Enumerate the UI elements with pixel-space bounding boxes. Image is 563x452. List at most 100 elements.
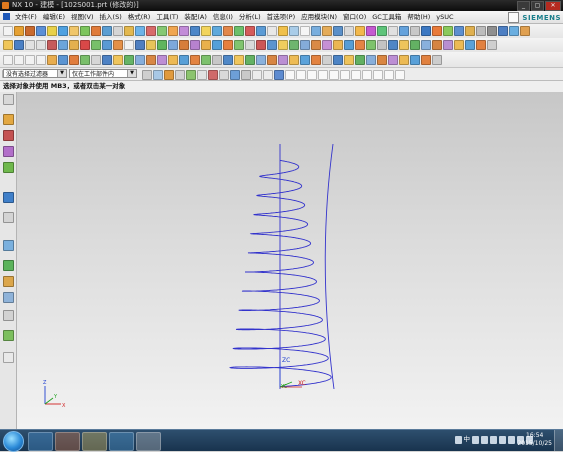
part-navigator-icon[interactable] — [3, 114, 14, 125]
lattice-icon[interactable] — [179, 55, 189, 65]
move-face-icon[interactable] — [234, 55, 244, 65]
snap-icon[interactable] — [432, 26, 442, 36]
refit-face-icon[interactable] — [443, 40, 453, 50]
select-general-icon[interactable] — [142, 70, 152, 80]
show-icon[interactable] — [421, 26, 431, 36]
blend-icon[interactable] — [80, 26, 90, 36]
menu-window[interactable]: 窗口(O) — [340, 12, 369, 22]
home-view-icon[interactable] — [399, 26, 409, 36]
copy-face-icon[interactable] — [267, 55, 277, 65]
law-curve-icon[interactable] — [179, 40, 189, 50]
text-curve-icon[interactable] — [278, 40, 288, 50]
taskbar-nx-icon[interactable] — [136, 432, 161, 451]
pocket-icon[interactable] — [113, 55, 123, 65]
chevron-down-icon[interactable]: ▼ — [127, 70, 136, 77]
offset-icon[interactable] — [146, 26, 156, 36]
resize-icon[interactable] — [223, 55, 233, 65]
system-materials-icon[interactable] — [3, 292, 14, 303]
zoom-icon[interactable] — [300, 26, 310, 36]
menu-information[interactable]: 信息(I) — [210, 12, 236, 22]
ime-language-indicator[interactable]: 中 — [464, 435, 471, 444]
undo-icon[interactable] — [25, 40, 35, 50]
tray-flag-icon[interactable] — [508, 435, 515, 444]
tray-moon-icon[interactable] — [472, 435, 479, 444]
drafting-icon[interactable] — [388, 55, 398, 65]
label-chamfer-icon[interactable] — [322, 55, 332, 65]
extend-curve-icon[interactable] — [267, 40, 277, 50]
body-icon[interactable] — [190, 55, 200, 65]
snap-intersection-icon[interactable] — [318, 70, 328, 80]
process-studio-icon[interactable] — [3, 260, 14, 271]
menu-ysuc[interactable]: ySUC — [433, 12, 456, 22]
menu-file[interactable]: 文件(F) — [12, 12, 40, 22]
select-curve-icon[interactable] — [208, 70, 218, 80]
sweep-icon[interactable] — [190, 26, 200, 36]
thicken-icon[interactable] — [157, 26, 167, 36]
datum-icon[interactable] — [69, 26, 79, 36]
cube-view-icon[interactable] — [274, 70, 284, 80]
constraint-icon[interactable] — [58, 55, 68, 65]
menu-view[interactable]: 视图(V) — [68, 12, 97, 22]
document-icon[interactable] — [3, 352, 14, 363]
point-icon[interactable] — [124, 40, 134, 50]
snap-endpoint-icon[interactable] — [285, 70, 295, 80]
rotate-view-icon[interactable] — [311, 26, 321, 36]
select-edge-icon[interactable] — [197, 70, 207, 80]
pencil-icon[interactable] — [3, 55, 13, 65]
snap-center-icon[interactable] — [329, 70, 339, 80]
select-face-icon[interactable] — [164, 70, 174, 80]
hide-icon[interactable] — [410, 26, 420, 36]
motion-icon[interactable] — [366, 55, 376, 65]
trim-curve-icon[interactable] — [256, 40, 266, 50]
open-icon[interactable] — [3, 40, 13, 50]
fill-surface-icon[interactable] — [333, 40, 343, 50]
snap-quadrant-icon[interactable] — [340, 70, 350, 80]
divide-curve-icon[interactable] — [245, 40, 255, 50]
unite-icon[interactable] — [234, 26, 244, 36]
taskbar-sogou-icon[interactable] — [28, 432, 53, 451]
resource-settings-icon[interactable] — [3, 94, 14, 105]
snap-bounded-icon[interactable] — [384, 70, 394, 80]
menu-analysis[interactable]: 分析(L) — [236, 12, 264, 22]
groove-icon[interactable] — [135, 55, 145, 65]
selection-scope-dropdown[interactable]: 仅在工作部件内 ▼ — [69, 69, 137, 78]
pattern-face-icon[interactable] — [300, 55, 310, 65]
assembly-nav-icon[interactable] — [465, 26, 475, 36]
join-curve-icon[interactable] — [234, 40, 244, 50]
minimize-button[interactable]: _ — [517, 1, 530, 11]
redo-icon[interactable] — [36, 40, 46, 50]
new-icon[interactable] — [3, 26, 13, 36]
menu-preferences[interactable]: 首选项(P) — [264, 12, 299, 22]
through-curves-icon[interactable] — [201, 26, 211, 36]
draft-icon[interactable] — [223, 26, 233, 36]
assembly-navigator-icon[interactable] — [3, 130, 14, 141]
cam-icon[interactable] — [377, 55, 387, 65]
view-fit-icon[interactable] — [289, 26, 299, 36]
subtract-icon[interactable] — [245, 26, 255, 36]
sheet-metal-icon[interactable] — [399, 55, 409, 65]
revolve-icon[interactable] — [36, 26, 46, 36]
web-browser-icon[interactable] — [3, 192, 14, 203]
part-nav-icon[interactable] — [454, 26, 464, 36]
roles-icon[interactable] — [3, 276, 14, 287]
shaded-icon[interactable] — [333, 26, 343, 36]
gear-icon[interactable] — [333, 55, 343, 65]
rib-icon[interactable] — [146, 55, 156, 65]
snap-tangent-icon[interactable] — [373, 70, 383, 80]
paste-face-icon[interactable] — [278, 55, 288, 65]
pan-icon[interactable] — [322, 26, 332, 36]
select-all-icon[interactable] — [230, 70, 240, 80]
pad-icon[interactable] — [91, 55, 101, 65]
chevron-down-icon[interactable]: ▼ — [57, 70, 66, 77]
extrude-icon[interactable] — [25, 26, 35, 36]
helix-icon[interactable] — [168, 40, 178, 50]
spring-icon[interactable] — [344, 55, 354, 65]
camera-icon[interactable] — [388, 26, 398, 36]
guide-curve-right[interactable] — [324, 143, 335, 390]
graphics-window[interactable]: ZC YC XC Z Y X — [17, 92, 563, 429]
project-curve-icon[interactable] — [190, 40, 200, 50]
menu-logo-icon[interactable] — [3, 13, 10, 20]
snap-pole-icon[interactable] — [395, 70, 405, 80]
sketch-finish-icon[interactable] — [80, 55, 90, 65]
cut-icon[interactable] — [47, 40, 57, 50]
